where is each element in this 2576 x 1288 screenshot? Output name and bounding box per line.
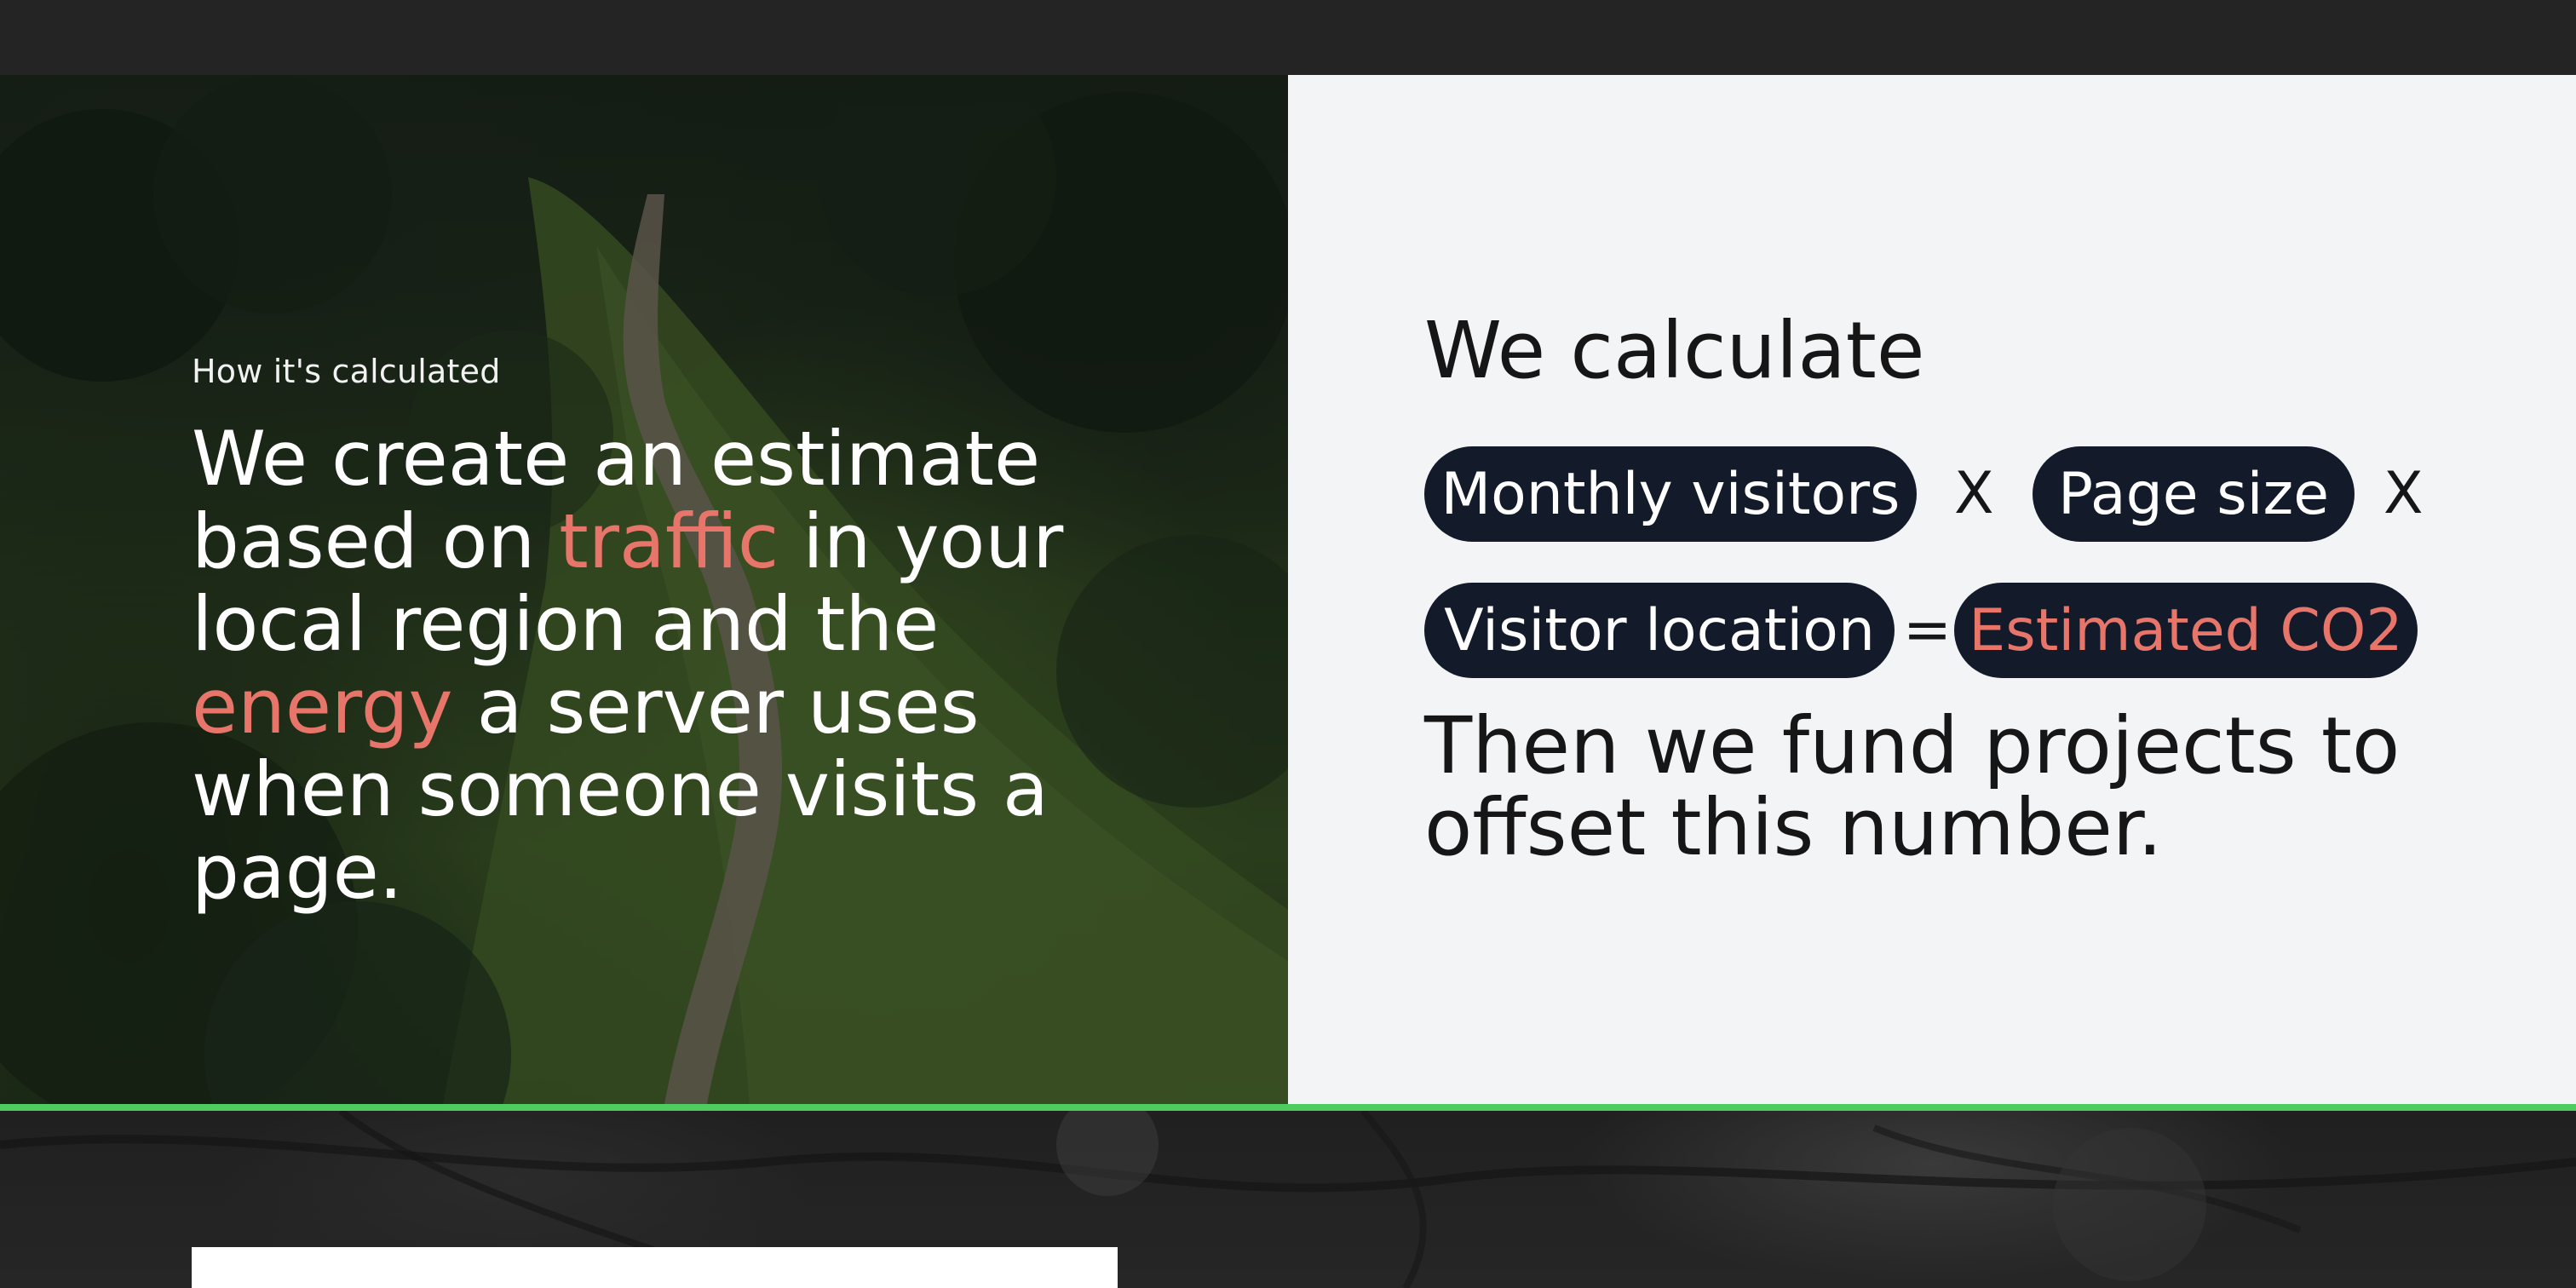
multiply-operator: X (2383, 460, 2424, 527)
hero-image-section: How it's calculated We create an estimat… (0, 75, 1288, 1104)
content-card (192, 1247, 1118, 1288)
energy-highlight: energy (192, 663, 453, 750)
visitor-location-pill: Visitor location (1424, 583, 1895, 678)
equals-operator: = (1903, 596, 1952, 664)
monthly-visitors-pill: Monthly visitors (1424, 446, 1917, 542)
top-bar (0, 0, 2576, 75)
traffic-highlight: traffic (559, 497, 779, 585)
section-eyebrow: How it's calculated (192, 353, 501, 390)
next-section-background (0, 1111, 2576, 1288)
multiply-operator: X (1954, 460, 1994, 527)
calculation-footer: Then we fund projects to offset this num… (1424, 700, 2401, 873)
calculation-title: We calculate (1424, 305, 1925, 396)
section-divider (0, 1104, 2576, 1111)
hero-headline: We create an estimate based on traffic i… (192, 417, 1197, 913)
page-size-pill: Page size (2033, 446, 2355, 542)
estimated-co2-pill: Estimated CO2 (1954, 583, 2418, 678)
calculation-panel: We calculate Monthly visitors X Page siz… (1288, 75, 2576, 1104)
